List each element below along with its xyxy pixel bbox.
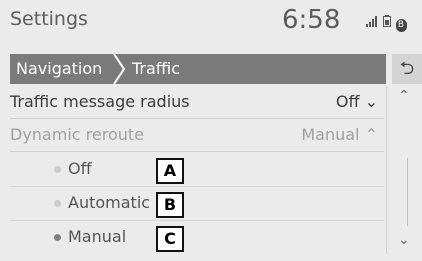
breadcrumb-chevron-icon — [113, 54, 126, 84]
option-label: Off — [68, 159, 92, 178]
app-title: Settings — [10, 8, 88, 30]
radio-dot-icon — [54, 200, 61, 207]
option-manual[interactable]: Manual C — [10, 220, 384, 254]
option-label: Automatic — [68, 193, 151, 212]
traffic-message-radius-row[interactable]: Traffic message radius Off ⌄ — [10, 86, 384, 119]
breadcrumb: Navigation Traffic — [10, 54, 386, 84]
breadcrumb-item-navigation[interactable]: Navigation — [16, 54, 102, 84]
scrollbar-track[interactable] — [407, 158, 408, 226]
back-button[interactable]: ⮌ — [392, 54, 422, 84]
radio-dot-icon — [54, 166, 61, 173]
traffic-message-radius-label: Traffic message radius — [10, 92, 190, 111]
scroll-up-chevron-icon[interactable]: ⌃ — [398, 88, 410, 104]
dynamic-reroute-label: Dynamic reroute — [10, 125, 144, 144]
breadcrumb-item-traffic: Traffic — [132, 59, 181, 78]
status-bar: Settings 6:58 B — [0, 0, 422, 48]
list-divider — [386, 86, 387, 254]
scroll-down-chevron-icon[interactable]: ⌄ — [398, 232, 410, 248]
back-arrow-icon: ⮌ — [399, 58, 415, 79]
traffic-message-radius-value: Off ⌄ — [335, 92, 378, 111]
option-label: Manual — [68, 227, 127, 246]
callout-label: A — [156, 158, 184, 184]
clock: 6:58 — [282, 5, 341, 35]
status-icons: B — [366, 15, 407, 32]
bluetooth-icon: B — [396, 19, 407, 32]
radio-dot-selected-icon — [54, 234, 61, 241]
callout-label: C — [156, 226, 184, 252]
dynamic-reroute-row[interactable]: Dynamic reroute Manual ⌃ — [10, 119, 384, 152]
option-off[interactable]: Off A — [10, 152, 384, 187]
callout-label: B — [156, 192, 184, 218]
signal-icon — [366, 16, 378, 30]
battery-icon — [382, 15, 392, 30]
option-automatic[interactable]: Automatic B — [10, 186, 384, 221]
dynamic-reroute-value: Manual ⌃ — [301, 125, 378, 144]
